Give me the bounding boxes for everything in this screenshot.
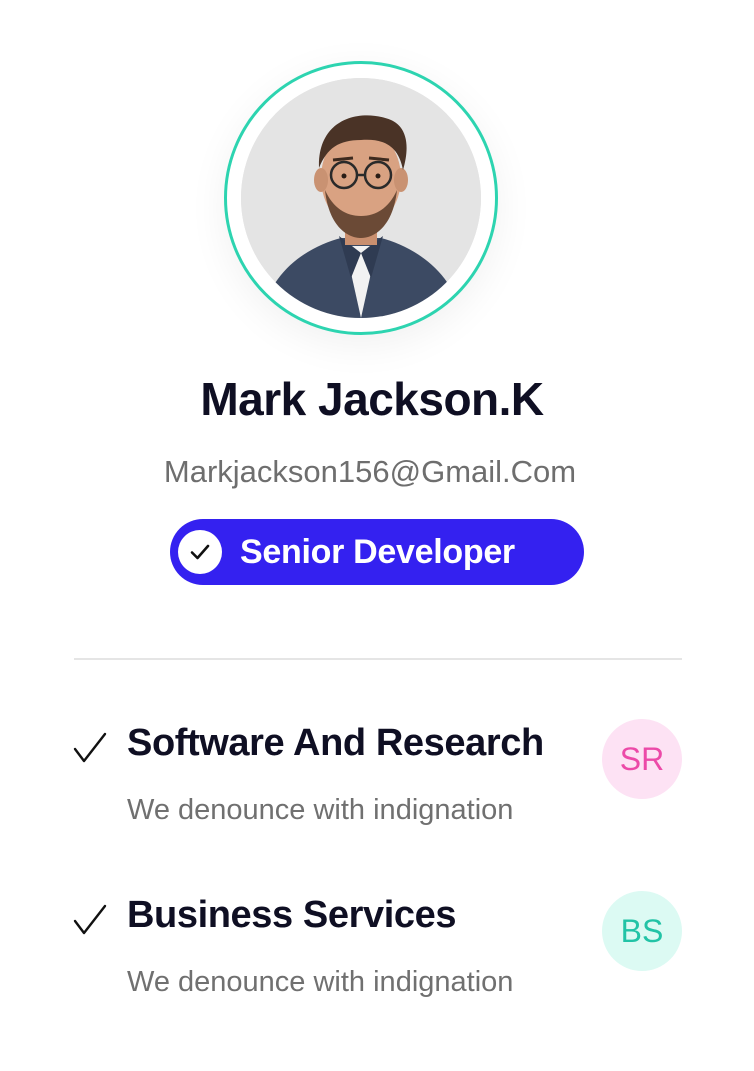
avatar[interactable] — [224, 61, 498, 335]
item-description: We denounce with indignation — [127, 966, 514, 998]
item-description: We denounce with indignation — [127, 794, 514, 826]
list-item[interactable]: Software And Research We denounce with i… — [0, 719, 754, 842]
item-title: Software And Research — [127, 722, 544, 764]
profile-name: Mark Jackson.K — [200, 373, 544, 425]
role-label: Senior Developer — [240, 532, 515, 571]
verified-check-icon — [178, 530, 222, 574]
avatar-photo — [241, 78, 481, 318]
check-icon — [72, 902, 108, 943]
check-icon — [72, 730, 108, 771]
initials-badge: BS — [602, 891, 682, 971]
role-badge: Senior Developer — [170, 519, 584, 585]
divider — [74, 658, 682, 660]
profile-email[interactable]: Markjackson156@Gmail.Com — [0, 454, 740, 490]
profile-card: Mark Jackson.K Markjackson156@Gmail.Com … — [0, 0, 754, 1071]
initials-badge: SR — [602, 719, 682, 799]
person-portrait-icon — [241, 78, 481, 318]
item-title: Business Services — [127, 894, 457, 936]
list-item[interactable]: Business Services We denounce with indig… — [0, 891, 754, 1014]
